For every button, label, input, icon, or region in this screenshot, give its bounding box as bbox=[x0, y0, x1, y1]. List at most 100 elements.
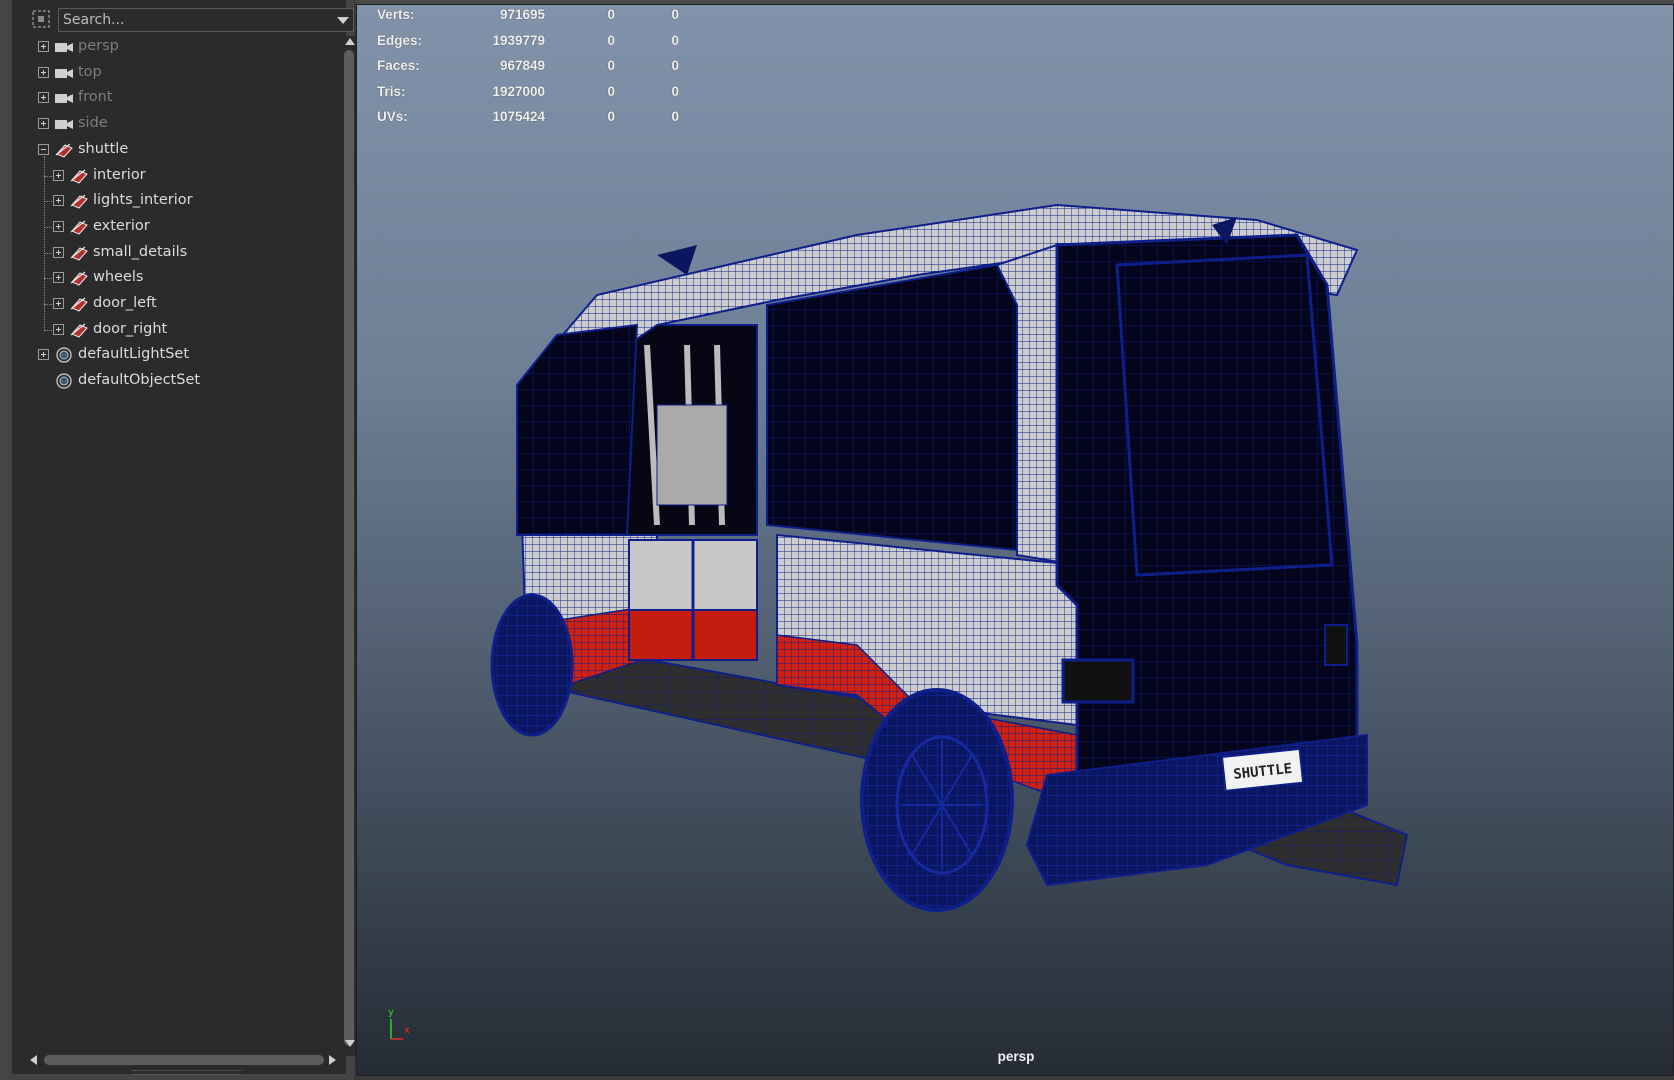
expand-toggle-icon[interactable] bbox=[38, 41, 49, 52]
hud-total-value: 1927000 bbox=[492, 83, 545, 99]
outliner-item-door-right[interactable]: door_right bbox=[12, 317, 332, 343]
outliner-item-label: interior bbox=[93, 166, 146, 183]
scroll-up-arrow-icon[interactable] bbox=[345, 38, 355, 45]
expand-toggle-icon[interactable] bbox=[53, 246, 64, 258]
hud-selected-value: 0 bbox=[607, 7, 615, 22]
hud-row-uvs: UVs: 1075424 0 0 bbox=[377, 109, 707, 129]
transform-group-icon bbox=[70, 194, 88, 209]
expand-toggle-icon[interactable] bbox=[53, 323, 64, 335]
horizontal-scrollbar[interactable] bbox=[26, 1052, 342, 1068]
filter-icon[interactable] bbox=[30, 8, 52, 30]
hud-component-value: 0 bbox=[671, 58, 679, 73]
scroll-left-arrow-icon[interactable] bbox=[30, 1055, 37, 1065]
hud-row-verts: Verts: 971695 0 0 bbox=[377, 7, 707, 27]
camera-icon bbox=[55, 43, 73, 52]
outliner-item-label: shuttle bbox=[78, 140, 129, 157]
hud-component-value: 0 bbox=[671, 32, 679, 48]
outliner-tree-area: persp top front side shuttle interior lights_i… bbox=[12, 0, 356, 1075]
outliner-panel: persp top front side shuttle interior lights_i… bbox=[0, 0, 356, 1080]
hud-total-value: 1939779 bbox=[492, 32, 545, 48]
outliner-item-exterior[interactable]: exterior bbox=[12, 214, 332, 240]
outliner-item-top[interactable]: top bbox=[12, 60, 332, 86]
outliner-item-label: defaultObjectSet bbox=[78, 372, 201, 389]
hud-component-value: 0 bbox=[671, 7, 679, 22]
axis-gizmo-icon: y x bbox=[388, 1007, 410, 1040]
axis-x-label: x bbox=[404, 1025, 410, 1036]
hud-selected-value: 0 bbox=[607, 109, 615, 124]
resize-grip[interactable] bbox=[132, 1070, 242, 1075]
hud-label: UVs: bbox=[377, 109, 408, 124]
shuttle-wireframe-model[interactable]: SHUTTLE bbox=[357, 5, 1674, 1076]
hud-selected-value: 0 bbox=[607, 32, 615, 48]
expand-toggle-icon[interactable] bbox=[38, 92, 49, 104]
expand-toggle-icon[interactable] bbox=[38, 118, 49, 130]
transform-group-icon bbox=[55, 143, 73, 158]
scroll-right-arrow-icon[interactable] bbox=[329, 1055, 336, 1065]
outliner-item-label: front bbox=[78, 89, 113, 106]
hud-total-value: 967849 bbox=[499, 58, 545, 73]
hud-label: Faces: bbox=[377, 58, 420, 73]
camera-icon bbox=[55, 94, 73, 104]
tree-connector bbox=[44, 155, 46, 330]
outliner-item-label: exterior bbox=[93, 217, 150, 234]
vertical-scroll-thumb[interactable] bbox=[344, 50, 354, 1046]
outliner-item-label: wheels bbox=[93, 269, 144, 286]
hud-row-faces: Faces: 967849 0 0 bbox=[377, 58, 707, 78]
camera-name-label: persp bbox=[997, 1049, 1035, 1064]
horizontal-scroll-thumb[interactable] bbox=[44, 1055, 324, 1065]
expand-toggle-icon[interactable] bbox=[53, 169, 64, 181]
hud-component-value: 0 bbox=[671, 83, 679, 99]
outliner-item-front[interactable]: front bbox=[12, 85, 332, 111]
axis-y-label: y bbox=[388, 1007, 394, 1018]
hud-row-edges: Edges: 1939779 0 0 bbox=[377, 33, 707, 53]
outliner-item-label: door_right bbox=[93, 320, 168, 337]
outliner-item-label: door_left bbox=[93, 295, 157, 311]
expand-toggle-icon[interactable] bbox=[38, 349, 49, 361]
object-set-icon bbox=[56, 373, 72, 389]
outliner-item-persp[interactable]: persp bbox=[12, 34, 332, 60]
hud-label: Tris: bbox=[377, 83, 406, 99]
hud-component-value: 0 bbox=[671, 109, 679, 124]
outliner-item-defaultlightset[interactable]: defaultLightSet bbox=[12, 342, 332, 368]
chevron-down-icon[interactable] bbox=[337, 17, 349, 24]
outliner-item-wheels[interactable]: wheels bbox=[12, 265, 332, 291]
expand-toggle-icon[interactable] bbox=[53, 272, 64, 284]
outliner-item-label: side bbox=[78, 115, 108, 132]
expand-toggle-icon[interactable] bbox=[53, 298, 64, 309]
expand-toggle-icon[interactable] bbox=[38, 66, 49, 78]
tree-connector bbox=[44, 329, 52, 332]
object-set-icon bbox=[56, 347, 72, 364]
transform-group-icon bbox=[70, 169, 88, 184]
vertical-scrollbar[interactable] bbox=[342, 36, 356, 1056]
transform-group-icon bbox=[70, 271, 88, 286]
outliner-item-side[interactable]: side bbox=[12, 111, 332, 137]
expand-toggle-icon[interactable] bbox=[53, 195, 64, 207]
outliner-item-small-details[interactable]: small_details bbox=[12, 240, 332, 266]
outliner-item-defaultobjectset[interactable]: defaultObjectSet bbox=[12, 368, 332, 394]
camera-icon bbox=[55, 120, 73, 130]
hud-label: Verts: bbox=[377, 7, 415, 22]
hud-total-value: 1075424 bbox=[492, 109, 545, 124]
scroll-down-arrow-icon[interactable] bbox=[345, 1040, 355, 1047]
collapse-toggle-icon[interactable] bbox=[38, 143, 49, 155]
outliner-tree: persp top front side shuttle interior lights_i… bbox=[12, 34, 342, 1034]
hud-selected-value: 0 bbox=[607, 58, 615, 73]
outliner-item-shuttle[interactable]: shuttle bbox=[12, 137, 332, 163]
transform-group-icon bbox=[70, 246, 88, 261]
outliner-item-label: lights_interior bbox=[93, 192, 193, 209]
outliner-item-lights-interior[interactable]: lights_interior bbox=[12, 188, 332, 214]
hud-total-value: 971695 bbox=[499, 7, 545, 22]
transform-group-icon bbox=[70, 297, 88, 312]
transform-group-icon bbox=[70, 220, 88, 235]
hud-row-tris: Tris: 1927000 0 0 bbox=[377, 84, 707, 104]
search-input[interactable] bbox=[63, 10, 313, 30]
transform-group-icon bbox=[70, 323, 88, 338]
hud-selected-value: 0 bbox=[607, 83, 615, 99]
outliner-item-door-left[interactable]: door_left bbox=[12, 291, 332, 317]
hud-label: Edges: bbox=[377, 32, 423, 48]
camera-icon bbox=[55, 68, 73, 78]
search-box[interactable] bbox=[58, 8, 354, 32]
3d-viewport[interactable]: SHUTTLE Verts: 971695 0 0 Edges: 1939779 0 0 Fac… bbox=[356, 4, 1674, 1076]
outliner-item-interior[interactable]: interior bbox=[12, 163, 332, 189]
expand-toggle-icon[interactable] bbox=[53, 220, 64, 232]
